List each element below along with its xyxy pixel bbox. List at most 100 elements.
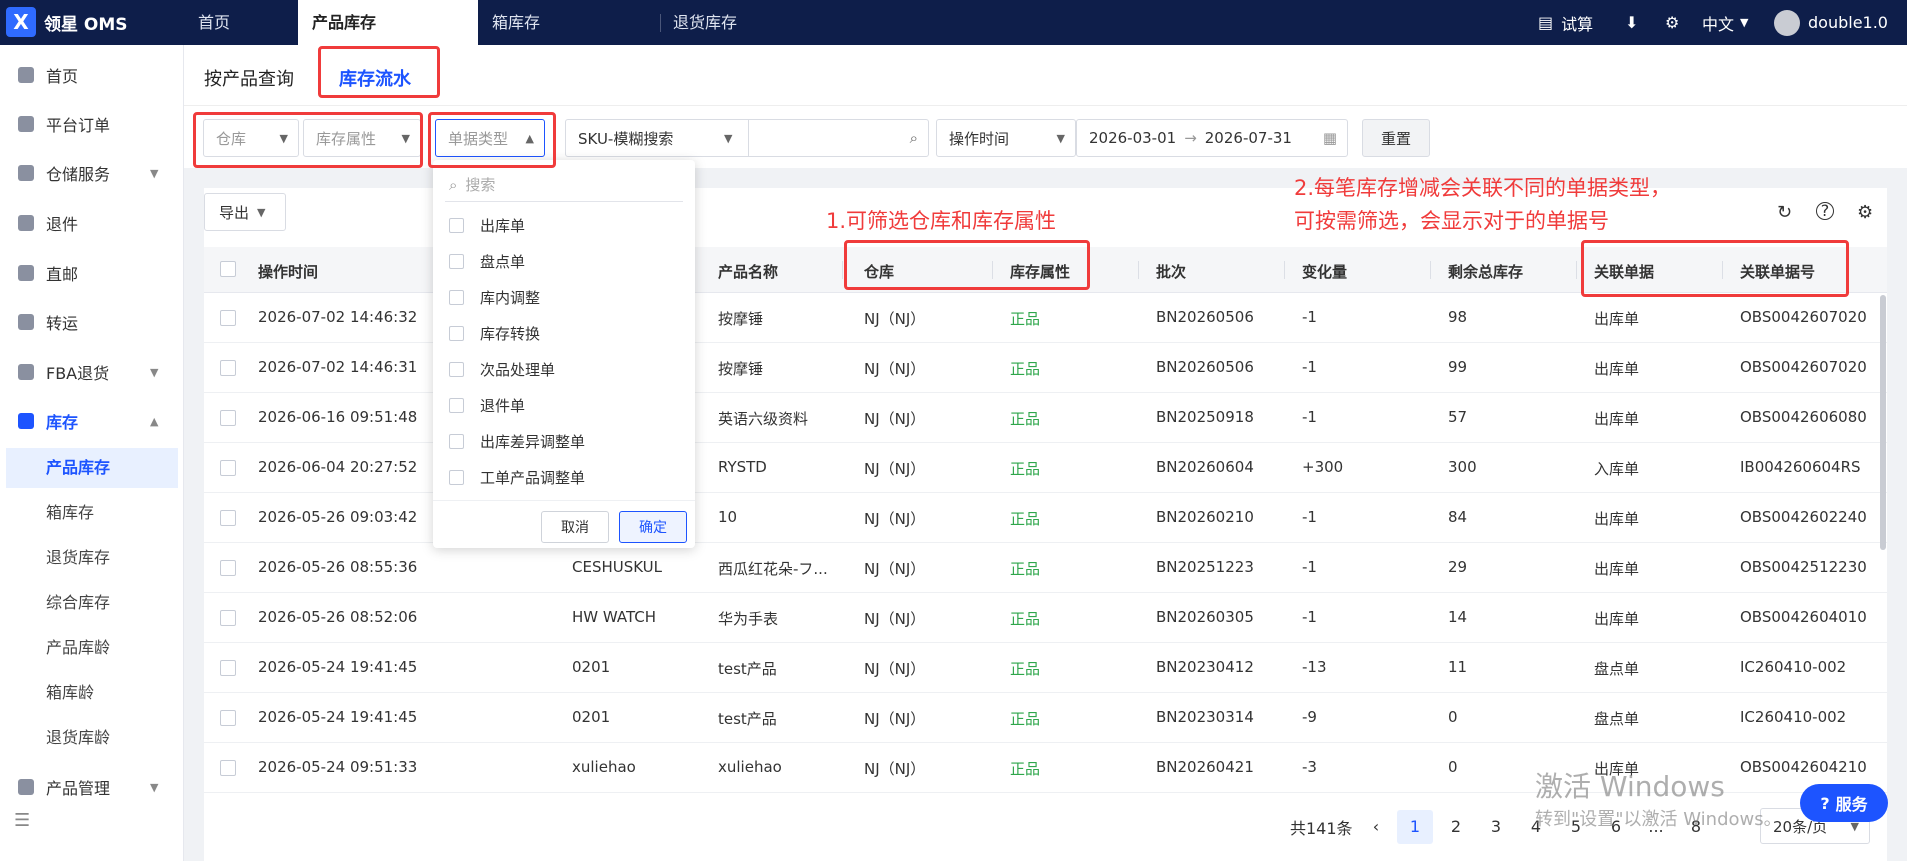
subtab-by-product[interactable]: 按产品查询 [204,65,294,91]
row-checkbox[interactable] [220,460,236,476]
option-checkbox[interactable] [449,361,464,377]
date-end[interactable]: 2026-07-31 [1205,129,1292,147]
option-checkbox[interactable] [449,469,464,485]
cell-related-doc-no[interactable]: OBS0042607020... [1740,308,1868,326]
sidebar-sub-return-age[interactable]: 退货库龄 [6,718,178,758]
sidebar-item-fba-returns[interactable]: FBA退货 ▼ [0,352,184,392]
top-tab-home[interactable]: 首页 [198,0,230,45]
row-checkbox[interactable] [220,410,236,426]
sku-search-input[interactable] [749,120,899,156]
option-checkbox[interactable] [449,433,464,449]
date-range-picker[interactable]: 2026-03-01 → 2026-07-31 ▦ [1076,119,1348,157]
row-checkbox[interactable] [220,710,236,726]
row-checkbox[interactable] [220,310,236,326]
cell-related-doc-no[interactable]: OBS0042602240... [1740,508,1868,526]
page-2[interactable]: 2 [1438,810,1474,844]
help-icon[interactable]: ? [1816,202,1834,220]
table-row[interactable]: 2026-05-24 19:41:45 0201 test产品 NJ（NJ） 正… [204,693,1887,743]
cell-related-doc-no[interactable]: OBS0042607020... [1740,358,1868,376]
row-checkbox[interactable] [220,760,236,776]
cell-product-name: RYSTD [718,458,767,476]
page-1[interactable]: 1 [1397,810,1433,844]
col-remaining[interactable]: 剩余总库存 [1448,261,1523,282]
download-icon[interactable]: ⬇ [1625,0,1638,45]
confirm-button[interactable]: 确定 [619,511,687,543]
option-checkbox[interactable] [449,253,464,269]
col-change[interactable]: 变化量 [1302,261,1347,282]
menu-collapse-icon[interactable]: ☰ [14,810,30,831]
col-product-name[interactable]: 产品名称 [718,261,778,282]
option-stocktake[interactable]: 盘点单 [449,246,679,276]
prev-page-icon[interactable]: ‹ [1358,810,1394,844]
app-logo[interactable]: X 领星 OMS [6,7,128,37]
dropdown-search[interactable]: ⌕ 搜索 [445,168,683,202]
sidebar-item-transfer[interactable]: 转运 [0,302,184,342]
sidebar-item-returns[interactable]: 退件 [0,203,184,243]
row-checkbox[interactable] [220,360,236,376]
option-conversion[interactable]: 库存转换 [449,318,679,348]
sidebar-item-home[interactable]: 首页 [0,55,184,95]
table-row[interactable]: 2026-05-24 19:41:45 0201 test产品 NJ（NJ） 正… [204,643,1887,693]
search-icon[interactable]: ⌕ [910,129,918,147]
top-tab-product-inventory[interactable]: 产品库存 [298,0,478,45]
calendar-icon[interactable]: ▦ [1323,129,1337,147]
cell-related-doc-no[interactable]: IB004260604RS [1740,458,1868,476]
sku-search-type[interactable]: SKU-模糊搜索 [578,128,673,149]
cell-remaining: 11 [1448,658,1468,676]
option-checkbox[interactable] [449,217,464,233]
option-outbound-diff[interactable]: 出库差异调整单 [449,426,679,456]
cell-warehouse: NJ（NJ） [864,410,926,428]
sidebar-item-warehouse-service[interactable]: 仓储服务 ▼ [0,153,184,193]
time-type-select[interactable]: 操作时间 ▼ [936,119,1076,157]
cell-related-doc-no[interactable]: OBS0042512230... [1740,558,1868,576]
sidebar-item-direct-mail[interactable]: 直邮 [0,253,184,293]
service-button[interactable]: ? 服务 [1800,784,1888,822]
sidebar-item-product-management[interactable]: 产品管理 ▼ [0,767,184,807]
option-outbound[interactable]: 出库单 [449,210,679,240]
cell-related-doc-no[interactable]: IC260410-002 [1740,658,1868,676]
row-checkbox[interactable] [220,610,236,626]
option-defective[interactable]: 次品处理单 [449,354,679,384]
cell-related-doc-no[interactable]: OBS0042604210... [1740,758,1868,776]
sidebar-item-inventory[interactable]: 库存 ▲ [0,401,184,441]
option-return[interactable]: 退件单 [449,390,679,420]
column-settings-icon[interactable]: ⚙ [1857,202,1873,223]
row-checkbox[interactable] [220,660,236,676]
sidebar-sub-box-inventory[interactable]: 箱库存 [6,493,178,533]
cell-related-doc-no[interactable]: OBS0042606080... [1740,408,1868,426]
sidebar-sub-product-age[interactable]: 产品库龄 [6,628,178,668]
table-scrollbar[interactable] [1880,295,1886,550]
option-internal-adjust[interactable]: 库内调整 [449,282,679,312]
user-menu[interactable]: double1.0 [1774,0,1888,45]
row-checkbox[interactable] [220,560,236,576]
option-checkbox[interactable] [449,325,464,341]
sidebar-label: 转运 [46,314,79,333]
option-checkbox[interactable] [449,289,464,305]
option-checkbox[interactable] [449,397,464,413]
table-row[interactable]: 2026-05-26 08:55:36 CESHUSKUL 西瓜红花朵-フ...… [204,543,1887,593]
sidebar-sub-product-inventory[interactable]: 产品库存 [6,448,178,488]
sidebar-sub-return-inventory[interactable]: 退货库存 [6,538,178,578]
reset-button[interactable]: 重置 [1362,119,1430,157]
col-time[interactable]: 操作时间 [258,261,318,282]
option-workorder-adjust[interactable]: 工单产品调整单 [449,462,679,492]
select-all-checkbox[interactable] [220,261,236,277]
settings-icon[interactable]: ⚙ [1665,0,1679,45]
sidebar-sub-combined-inventory[interactable]: 综合库存 [6,583,178,623]
refresh-icon[interactable]: ↻ [1777,202,1792,223]
col-batch[interactable]: 批次 [1156,261,1186,282]
trial-calc-button[interactable]: ▤ 试算 [1538,0,1593,45]
row-checkbox[interactable] [220,510,236,526]
table-row[interactable]: 2026-05-26 08:52:06 HW WATCH 华为手表 NJ（NJ）… [204,593,1887,643]
sidebar-item-platform-orders[interactable]: 平台订单 [0,104,184,144]
export-button[interactable]: 导出 ▼ [204,193,286,231]
top-tab-box-inventory[interactable]: 箱库存 [492,0,540,45]
cell-related-doc-no[interactable]: IC260410-002 [1740,708,1868,726]
top-tab-return-inventory[interactable]: 退货库存 [673,0,737,45]
cell-related-doc-no[interactable]: OBS0042604010... [1740,608,1868,626]
cancel-button[interactable]: 取消 [541,511,609,543]
sidebar-sub-box-age[interactable]: 箱库龄 [6,673,178,713]
page-3[interactable]: 3 [1478,810,1514,844]
date-start[interactable]: 2026-03-01 [1089,129,1176,147]
language-select[interactable]: 中文 ▼ [1702,0,1748,45]
